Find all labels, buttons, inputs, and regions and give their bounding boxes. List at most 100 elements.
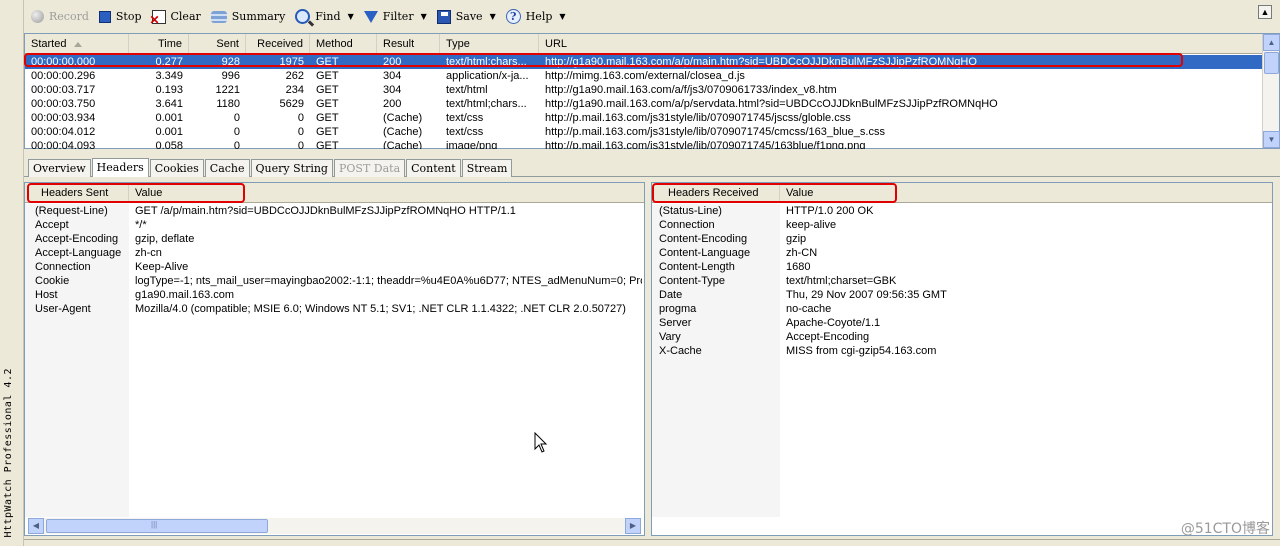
list-item[interactable]: X-Cache MISS from cgi-gzip54.163.com xyxy=(652,344,1272,358)
find-button[interactable]: Find ▼ xyxy=(290,4,358,30)
record-button[interactable]: Record xyxy=(26,4,94,30)
help-dropdown-arrow-icon[interactable]: ▼ xyxy=(559,12,565,21)
scroll-up-icon[interactable]: ▲ xyxy=(1263,34,1280,51)
cell-sent: 0 xyxy=(233,140,240,149)
column-header-sent[interactable]: Sent xyxy=(189,34,246,54)
table-row[interactable]: 00:00:00.296 3.349 996 262 GET 304 application… xyxy=(25,69,1263,83)
header-name: Content-Language xyxy=(659,247,751,259)
annotation-selected-row xyxy=(24,53,1183,67)
cell-result: (Cache) xyxy=(383,126,423,138)
cell-url: http://p.mail.163.com/js31style/lib/0709… xyxy=(545,140,866,149)
column-header-received[interactable]: Received xyxy=(246,34,310,54)
find-dropdown-arrow-icon[interactable]: ▼ xyxy=(348,12,354,21)
list-item[interactable]: Accept-Language zh-cn xyxy=(25,246,644,260)
header-name: Host xyxy=(35,289,58,301)
column-header-method[interactable]: Method xyxy=(310,34,377,54)
table-row[interactable]: 00:00:04.012 0.001 0 0 GET (Cache) text/css htt… xyxy=(25,125,1263,139)
find-icon xyxy=(295,9,311,24)
header-name: Content-Encoding xyxy=(659,233,748,245)
header-value: zh-CN xyxy=(786,247,818,259)
list-item[interactable]: (Status-Line) HTTP/1.0 200 OK xyxy=(652,204,1272,218)
list-item[interactable]: Content-Encoding gzip xyxy=(652,232,1272,246)
tab-cookies[interactable]: Cookies xyxy=(149,159,204,177)
list-item[interactable]: Host g1a90.mail.163.com xyxy=(25,288,644,302)
cell-time: 0.058 xyxy=(155,140,183,149)
annotation-headers-received xyxy=(652,183,897,203)
table-row[interactable]: 00:00:03.717 0.193 1221 234 GET 304 text/html h… xyxy=(25,83,1263,97)
column-header-url[interactable]: URL xyxy=(539,34,1239,54)
header-value: MISS from cgi-gzip54.163.com xyxy=(786,345,937,357)
cell-received: 5629 xyxy=(279,98,304,110)
annotation-headers-sent xyxy=(27,183,245,203)
scroll-down-icon[interactable]: ▼ xyxy=(1263,131,1280,148)
bottom-bar xyxy=(24,539,1280,546)
cell-started: 00:00:04.012 xyxy=(31,126,96,138)
headers-sent-horizontal-scrollbar[interactable]: ◀ ▶ xyxy=(28,518,641,534)
column-header-type[interactable]: Type xyxy=(440,34,539,54)
list-item[interactable]: Connection Keep-Alive xyxy=(25,260,644,274)
cell-method: GET xyxy=(316,70,339,82)
filter-dropdown-arrow-icon[interactable]: ▼ xyxy=(421,12,427,21)
tab-stream[interactable]: Stream xyxy=(461,159,513,177)
tab-cache[interactable]: Cache xyxy=(204,159,250,177)
cell-type: application/x-ja... xyxy=(446,70,529,82)
list-item[interactable]: Server Apache-Coyote/1.1 xyxy=(652,316,1272,330)
tab-content[interactable]: Content xyxy=(406,159,461,177)
help-button[interactable]: ? Help ▼ xyxy=(501,4,571,30)
header-name: Accept-Encoding xyxy=(35,233,119,245)
table-row[interactable]: 00:00:04.093 0.058 0 0 GET (Cache) image/png ht… xyxy=(25,139,1263,149)
cell-sent: 0 xyxy=(233,126,240,138)
header-value: Thu, 29 Nov 2007 09:56:35 GMT xyxy=(786,289,947,301)
cell-type: image/png xyxy=(446,140,498,149)
list-item[interactable]: User-Agent Mozilla/4.0 (compatible; MSIE … xyxy=(25,302,644,316)
scroll-left-icon[interactable]: ◀ xyxy=(28,518,44,534)
list-item[interactable]: Connection keep-alive xyxy=(652,218,1272,232)
summary-button[interactable]: Summary xyxy=(206,4,291,30)
header-value: gzip xyxy=(786,233,807,245)
list-item[interactable]: Cookie logType=-1; nts_mail_user=mayingba… xyxy=(25,274,644,288)
headers-sent-pane: Headers Sent Value (Request-Line) GET /a/… xyxy=(24,182,645,536)
table-row[interactable]: 00:00:03.934 0.001 0 0 GET (Cache) text/css htt… xyxy=(25,111,1263,125)
filter-button[interactable]: Filter ▼ xyxy=(359,4,432,30)
cell-time: 0.001 xyxy=(155,112,183,124)
list-item[interactable]: Accept */* xyxy=(25,218,644,232)
headers-received-pane: Headers Received Value (Status-Line) HTTP… xyxy=(651,182,1273,536)
column-header-time[interactable]: Time xyxy=(129,34,189,54)
list-item[interactable]: Accept-Encoding gzip, deflate xyxy=(25,232,644,246)
detail-tabs: Overview Headers Cookies Cache Query Str… xyxy=(28,158,513,177)
table-row[interactable]: 00:00:03.750 3.641 1180 5629 GET 200 text/html… xyxy=(25,97,1263,111)
list-item[interactable]: (Request-Line) GET /a/p/main.htm?sid=UBDC… xyxy=(25,204,644,218)
stop-button[interactable]: Stop xyxy=(94,4,147,30)
save-button[interactable]: Save ▼ xyxy=(432,4,501,30)
scroll-thumb[interactable] xyxy=(46,519,268,533)
tab-headers[interactable]: Headers xyxy=(91,158,149,177)
scroll-right-icon[interactable]: ▶ xyxy=(625,518,641,534)
scroll-thumb[interactable] xyxy=(1264,52,1279,74)
header-value: zh-cn xyxy=(135,247,162,259)
list-item[interactable]: Content-Type text/html;charset=GBK xyxy=(652,274,1272,288)
cell-url: http://g1a90.mail.163.com/a/f/js3/070906… xyxy=(545,84,837,96)
list-item[interactable]: Vary Accept-Encoding xyxy=(652,330,1272,344)
request-grid: Started Time Sent Received Method Result… xyxy=(24,33,1280,149)
filter-icon xyxy=(363,10,378,23)
header-name: Content-Length xyxy=(659,261,735,273)
column-header-started[interactable]: Started xyxy=(25,34,129,54)
clear-button[interactable]: Clear xyxy=(147,4,206,30)
tab-query-string[interactable]: Query String xyxy=(250,159,333,177)
request-grid-vertical-scrollbar[interactable]: ▲ ▼ xyxy=(1262,34,1280,148)
tab-post-data[interactable]: POST Data xyxy=(333,159,406,177)
list-item[interactable]: progma no-cache xyxy=(652,302,1272,316)
cell-method: GET xyxy=(316,126,339,138)
save-dropdown-arrow-icon[interactable]: ▼ xyxy=(490,12,496,21)
filter-label: Filter xyxy=(382,10,414,23)
cell-sent: 1180 xyxy=(216,98,240,110)
list-item[interactable]: Date Thu, 29 Nov 2007 09:56:35 GMT xyxy=(652,288,1272,302)
cell-started: 00:00:04.093 xyxy=(31,140,96,149)
tab-overview[interactable]: Overview xyxy=(28,159,91,177)
header-name: Content-Type xyxy=(659,275,726,287)
list-item[interactable]: Content-Length 1680 xyxy=(652,260,1272,274)
column-header-result[interactable]: Result xyxy=(377,34,440,54)
collapse-window-button[interactable]: ▲ xyxy=(1258,5,1272,19)
header-name: progma xyxy=(659,303,697,315)
list-item[interactable]: Content-Language zh-CN xyxy=(652,246,1272,260)
